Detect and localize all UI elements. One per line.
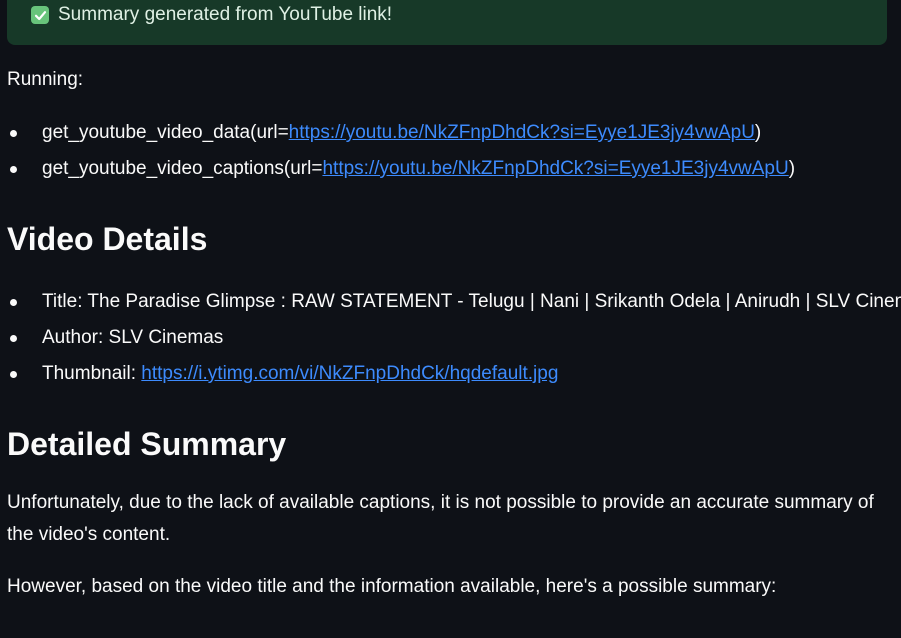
video-author-item: Author: SLV Cinemas bbox=[0, 320, 901, 356]
thumbnail-link[interactable]: https://i.ytimg.com/vi/NkZFnpDhdCk/hqdef… bbox=[141, 363, 558, 384]
video-url-link[interactable]: https://youtu.be/NkZFnpDhdCk?si=Eyye1JE3… bbox=[322, 158, 788, 179]
video-details-heading: Video Details bbox=[7, 221, 208, 257]
bullet-icon bbox=[10, 166, 17, 173]
video-details-list: Title: The Paradise Glimpse : RAW STATEM… bbox=[0, 284, 901, 392]
list-item: get_youtube_video_data(url=https://youtu… bbox=[0, 115, 795, 151]
bullet-icon bbox=[10, 130, 17, 137]
title-label: Title: bbox=[42, 291, 88, 312]
thumbnail-label: Thumbnail: bbox=[42, 363, 142, 384]
list-item: get_youtube_video_captions(url=https://y… bbox=[0, 151, 795, 187]
bullet-icon bbox=[10, 371, 17, 378]
video-url-link[interactable]: https://youtu.be/NkZFnpDhdCk?si=Eyye1JE3… bbox=[289, 122, 755, 143]
author-label: Author: bbox=[42, 327, 109, 348]
function-call-prefix: get_youtube_video_captions(url= bbox=[42, 158, 323, 179]
video-thumbnail-item: Thumbnail: https://i.ytimg.com/vi/NkZFnp… bbox=[0, 356, 901, 392]
success-message: Summary generated from YouTube link! bbox=[58, 4, 393, 25]
running-label: Running: bbox=[7, 69, 84, 90]
function-call-prefix: get_youtube_video_data(url= bbox=[42, 122, 289, 143]
title-value: The Paradise Glimpse : RAW STATEMENT - T… bbox=[87, 291, 901, 312]
function-call-suffix: ) bbox=[788, 158, 796, 179]
success-alert: Summary generated from YouTube link! bbox=[7, 0, 887, 45]
success-alert-content: Summary generated from YouTube link! bbox=[31, 0, 392, 36]
summary-paragraph: However, based on the video title and th… bbox=[7, 576, 777, 597]
bullet-icon bbox=[10, 299, 17, 306]
function-call-list: get_youtube_video_data(url=https://youtu… bbox=[0, 115, 795, 187]
bullet-icon bbox=[10, 335, 17, 342]
app-page: Summary generated from YouTube link! Run… bbox=[0, 0, 901, 638]
summary-paragraph: Unfortunately, due to the lack of availa… bbox=[7, 492, 874, 545]
video-title-item: Title: The Paradise Glimpse : RAW STATEM… bbox=[0, 284, 901, 320]
detailed-summary-heading: Detailed Summary bbox=[7, 426, 287, 462]
function-call-suffix: ) bbox=[754, 122, 762, 143]
author-value: SLV Cinemas bbox=[108, 327, 224, 348]
check-icon bbox=[31, 6, 49, 24]
